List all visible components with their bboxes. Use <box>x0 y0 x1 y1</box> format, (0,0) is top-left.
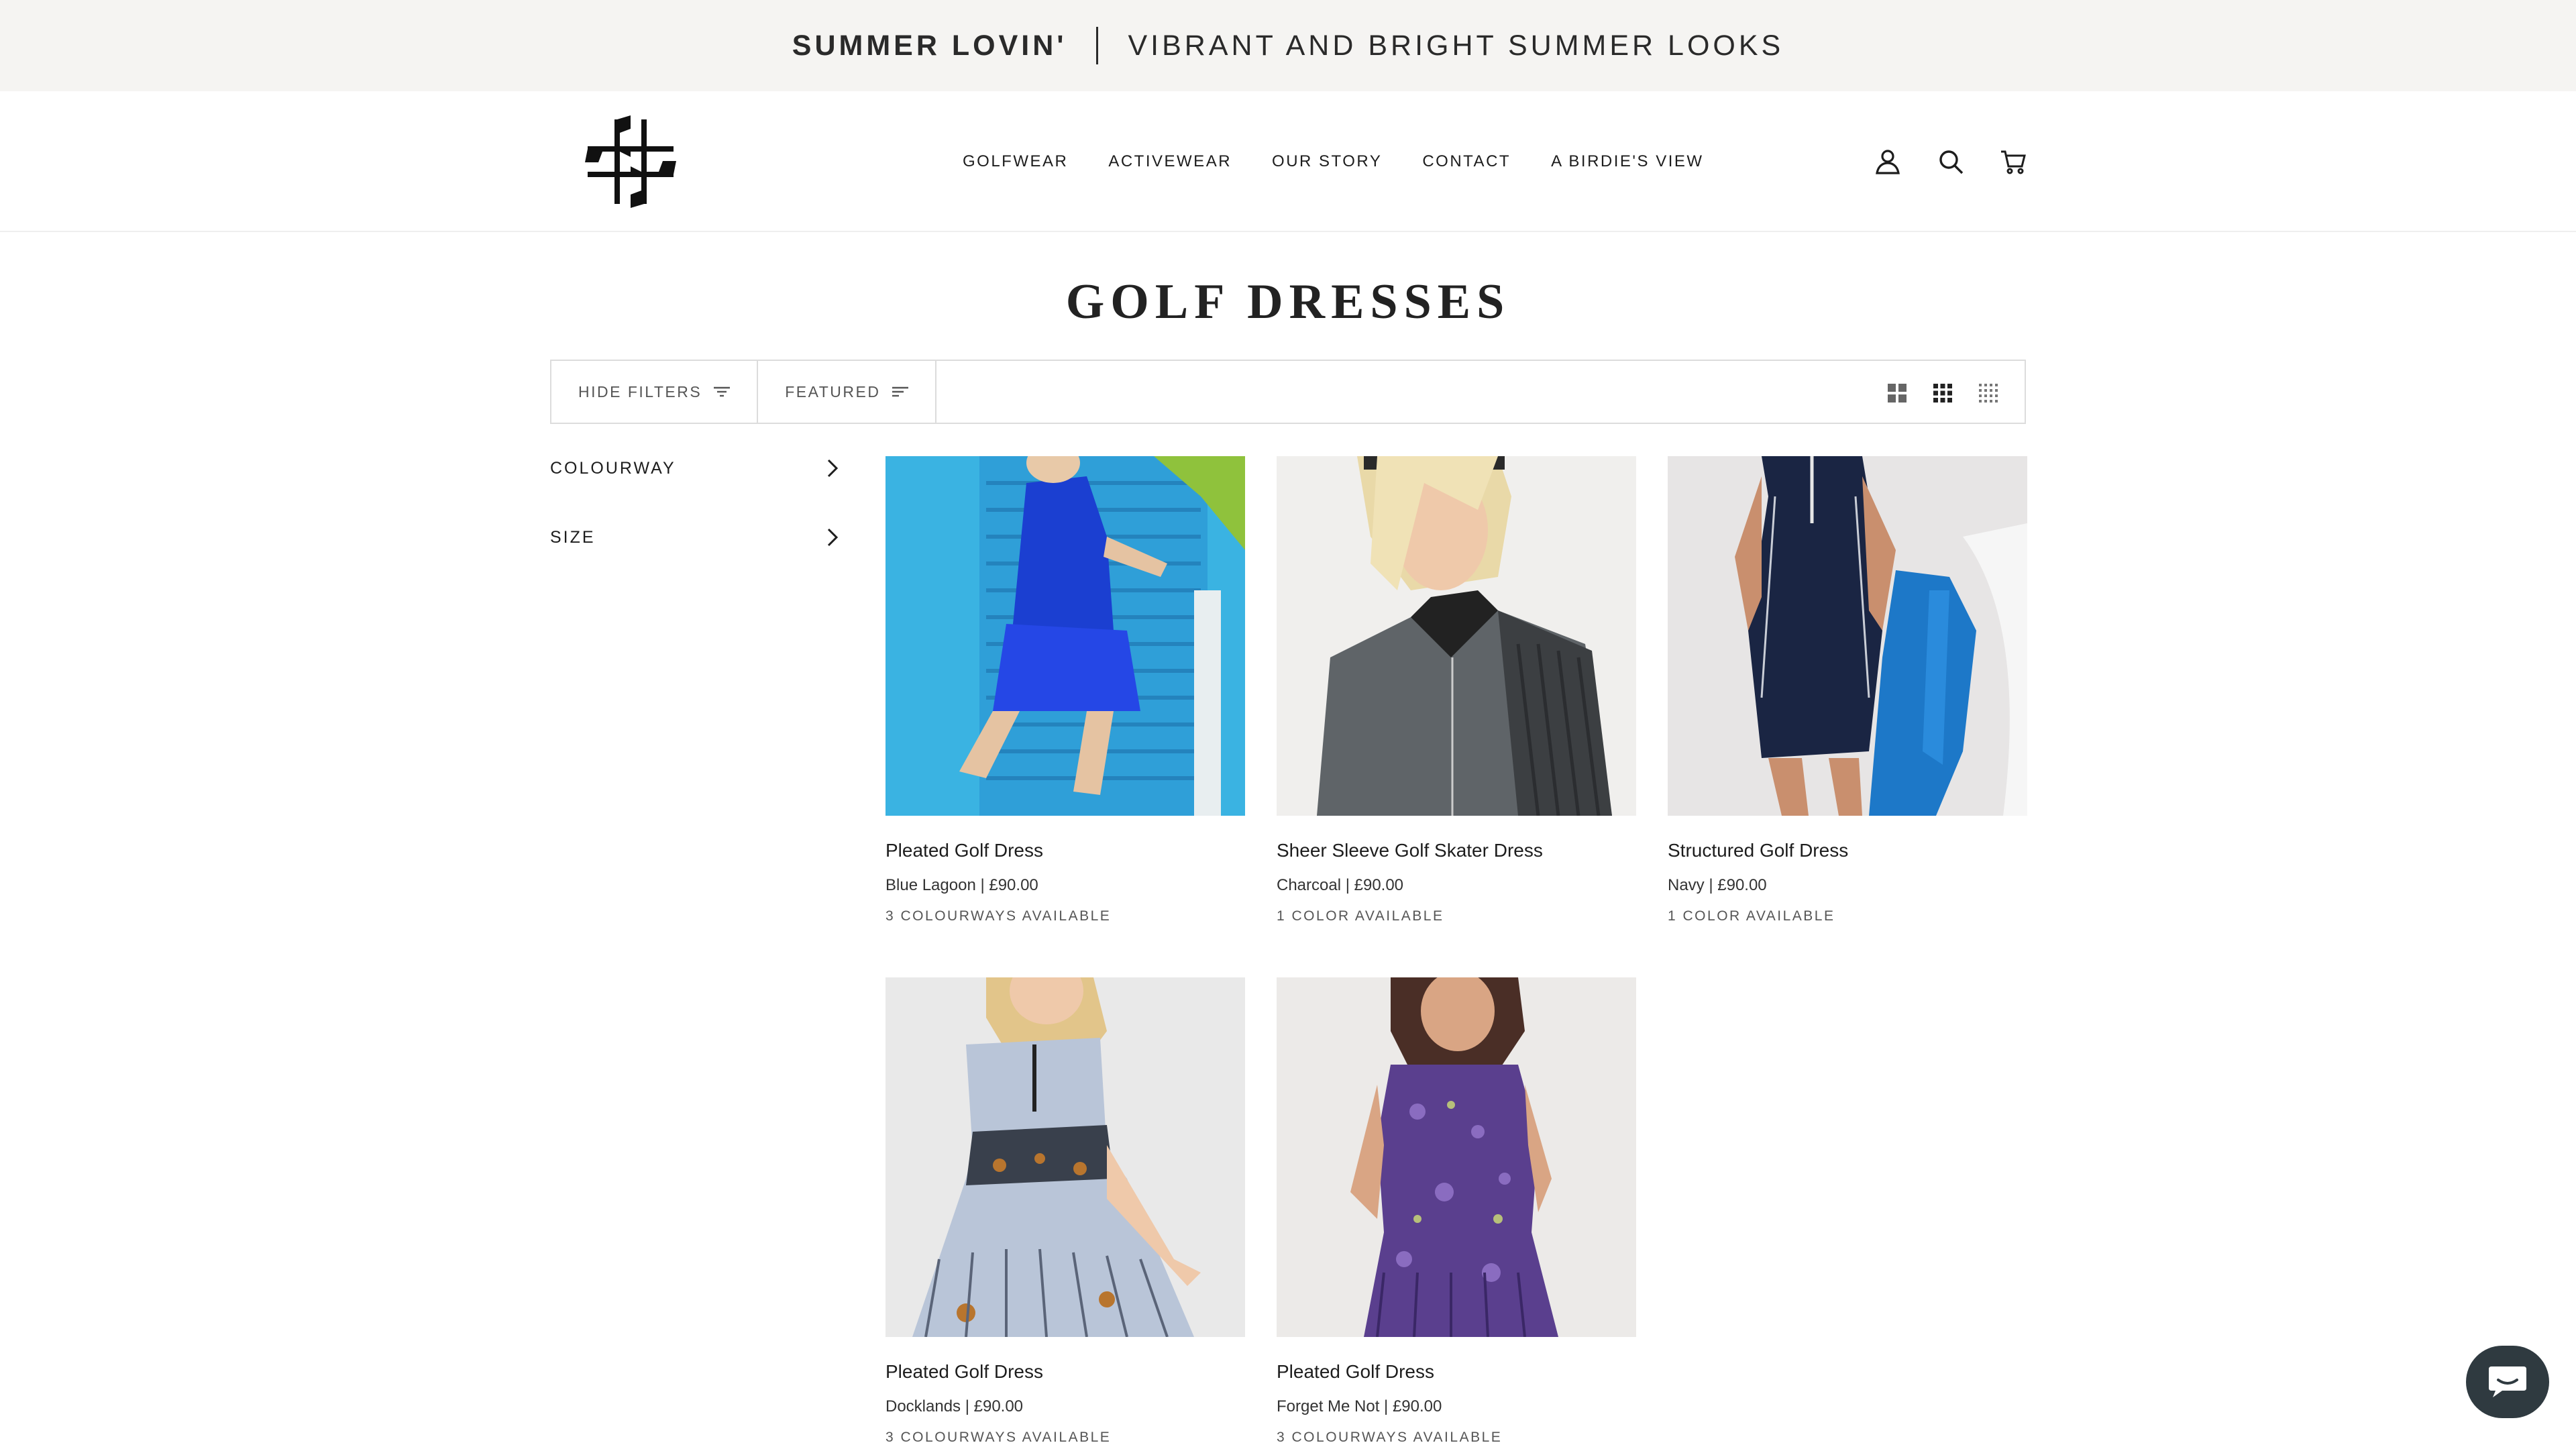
account-icon[interactable] <box>1874 148 1902 176</box>
nav-contact[interactable]: CONTACT <box>1422 152 1511 171</box>
grid-small-icon[interactable] <box>1979 384 1998 402</box>
grid-large-icon[interactable] <box>1888 384 1907 402</box>
collection-toolbar: HIDE FILTERS FEATURED <box>550 360 2026 424</box>
chevron-right-icon <box>827 459 839 478</box>
product-variant-price: Blue Lagoon | £90.00 <box>885 876 1038 894</box>
product-image[interactable] <box>885 456 1245 816</box>
product-image[interactable] <box>1277 456 1636 816</box>
announcement-primary: SUMMER LOVIN' <box>792 29 1067 62</box>
product-variant-price: Forget Me Not | £90.00 <box>1277 1397 1442 1415</box>
announcement-bar[interactable]: SUMMER LOVIN' VIBRANT AND BRIGHT SUMMER … <box>0 0 2576 91</box>
filter-lines-icon <box>714 386 731 397</box>
product-card[interactable]: Pleated Golf Dress Forget Me Not | £90.0… <box>1277 977 1636 1446</box>
product-name[interactable]: Pleated Golf Dress <box>885 1361 1245 1383</box>
product-image[interactable] <box>1668 456 2027 816</box>
nav-birdies-view[interactable]: A BIRDIE'S VIEW <box>1551 152 1703 171</box>
product-name[interactable]: Pleated Golf Dress <box>885 840 1245 861</box>
sort-lines-icon <box>892 386 909 397</box>
chat-button[interactable] <box>2466 1346 2549 1418</box>
search-icon[interactable] <box>1937 148 1965 176</box>
hide-filters-label: HIDE FILTERS <box>578 382 702 400</box>
filter-size[interactable]: SIZE <box>550 517 839 557</box>
product-availability: 3 COLOURWAYS AVAILABLE <box>885 908 1112 924</box>
product-name[interactable]: Structured Golf Dress <box>1668 840 2027 861</box>
announcement-secondary: VIBRANT AND BRIGHT SUMMER LOOKS <box>1128 29 1784 62</box>
product-availability: 3 COLOURWAYS AVAILABLE <box>885 1430 1112 1445</box>
product-variant-price: Docklands | £90.00 <box>885 1397 1024 1415</box>
product-variant-price: Navy | £90.00 <box>1668 876 1767 894</box>
chevron-right-icon <box>827 528 839 547</box>
product-card[interactable]: Sheer Sleeve Golf Skater Dress Charcoal … <box>1277 456 1636 924</box>
brand-logo[interactable] <box>585 115 676 208</box>
grid-toggles <box>1861 361 1998 425</box>
nav-golfwear[interactable]: GOLFWEAR <box>963 152 1068 171</box>
main-nav: GOLFWEAR ACTIVEWEAR OUR STORY CONTACT A … <box>963 91 1704 232</box>
grid-medium-icon[interactable] <box>1933 384 1952 402</box>
product-image[interactable] <box>1277 977 1636 1337</box>
product-card[interactable]: Structured Golf Dress Navy | £90.00 1 CO… <box>1668 456 2027 924</box>
nav-activewear[interactable]: ACTIVEWEAR <box>1108 152 1232 171</box>
product-availability: 3 COLOURWAYS AVAILABLE <box>1277 1430 1503 1445</box>
nav-our-story[interactable]: OUR STORY <box>1272 152 1382 171</box>
product-availability: 1 COLOR AVAILABLE <box>1668 908 1835 924</box>
product-name[interactable]: Sheer Sleeve Golf Skater Dress <box>1277 840 1636 861</box>
product-variant-price: Charcoal | £90.00 <box>1277 876 1404 894</box>
cart-icon[interactable] <box>1999 148 2027 176</box>
page-title: GOLF DRESSES <box>1065 274 1511 329</box>
product-card[interactable]: Pleated Golf Dress Blue Lagoon | £90.00 … <box>885 456 1245 924</box>
filter-colourway-label: COLOURWAY <box>550 458 676 478</box>
product-image[interactable] <box>885 977 1245 1337</box>
sort-label: FEATURED <box>785 382 881 400</box>
hide-filters-button[interactable]: HIDE FILTERS <box>551 360 759 424</box>
product-card[interactable]: Pleated Golf Dress Docklands | £90.00 3 … <box>885 977 1245 1446</box>
brand-logo-mark <box>585 115 676 208</box>
sort-button[interactable]: FEATURED <box>758 360 937 424</box>
announcement-divider <box>1096 27 1099 64</box>
filter-colourway[interactable]: COLOURWAY <box>550 448 839 488</box>
filter-size-label: SIZE <box>550 527 596 547</box>
product-name[interactable]: Pleated Golf Dress <box>1277 1361 1636 1383</box>
product-availability: 1 COLOR AVAILABLE <box>1277 908 1444 924</box>
chat-bubble-icon <box>2489 1366 2526 1397</box>
site-header: GOLFWEAR ACTIVEWEAR OUR STORY CONTACT A … <box>0 91 2576 232</box>
